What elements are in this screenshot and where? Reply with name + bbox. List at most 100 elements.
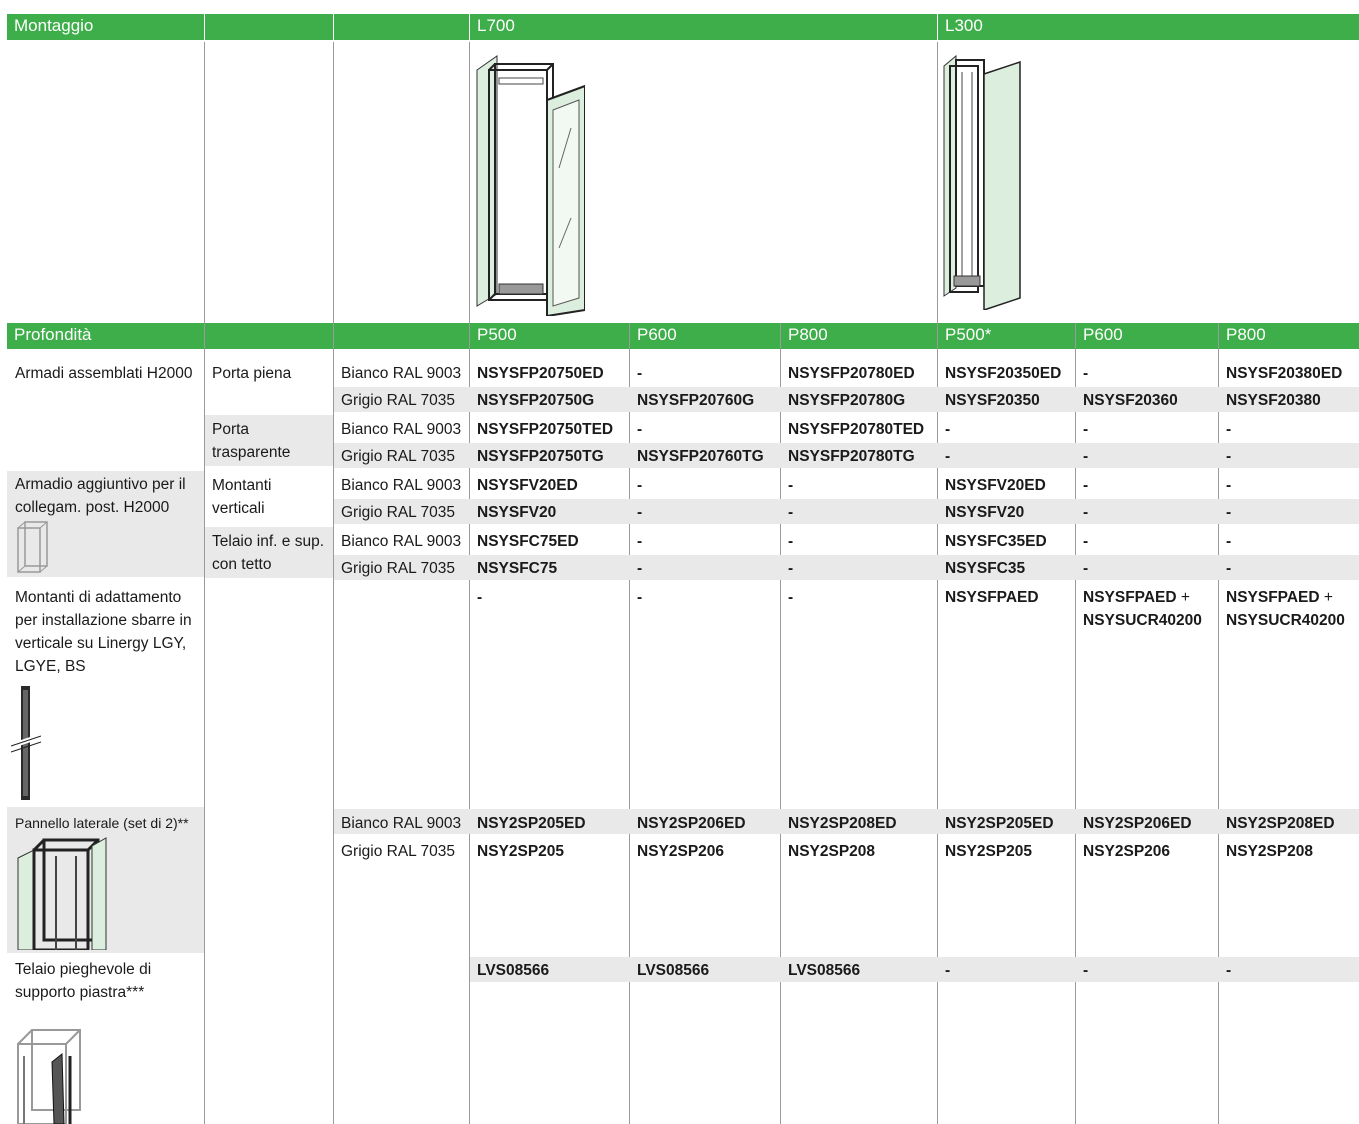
code-cell: - (1226, 962, 1232, 979)
code-cell: - (1083, 504, 1089, 521)
header-blank-2 (334, 14, 469, 40)
code-cell: NSY2SP206ED (637, 815, 746, 832)
header-blank-1 (205, 14, 333, 40)
code-cell: NSYSFP20760TG (637, 448, 764, 465)
separator (333, 42, 334, 1124)
color-label: Bianco RAL 9003 (341, 365, 462, 382)
code-cell: NSYSFP20750TG (477, 448, 604, 465)
code-cell: NSY2SP208 (1226, 843, 1314, 860)
code-cell: - (1226, 533, 1232, 550)
code-cell: - (1083, 477, 1089, 494)
code-cell: LVS08566 (637, 962, 710, 979)
header-depth-col-2: P600 (630, 323, 780, 349)
code-cell: NSY2SP205 (477, 843, 565, 860)
code-cell: NSYSUCR40200 (1226, 612, 1345, 629)
code-cell: - (945, 421, 951, 438)
code-cell: LVS08566 (477, 962, 550, 979)
code-cell: - (477, 589, 483, 606)
color-label: Bianco RAL 9003 (341, 477, 462, 494)
plus-sign: + (1323, 589, 1333, 606)
code-cell: - (788, 504, 794, 521)
code-cell: NSY2SP208 (788, 843, 876, 860)
code-cell: LVS08566 (788, 962, 861, 979)
code-cell: NSY2SP206ED (1083, 815, 1192, 832)
label-telaio-pieghevole: Telaio pieghevole di supporto piastra*** (15, 961, 152, 1001)
code-cell: NSY2SP208ED (788, 815, 897, 832)
code-cell-multi: NSYSFPAED + (1083, 586, 1190, 609)
header-l700: L700 (470, 14, 937, 40)
code-cell: NSYSFC75ED (477, 533, 579, 550)
code-part: NSYSFPAED (1226, 589, 1320, 606)
label-montanti-verticali: Montanti verticali (212, 477, 272, 517)
color-label: Grigio RAL 7035 (341, 843, 456, 860)
code-cell: NSYSFP20750G (477, 392, 595, 409)
color-label: Grigio RAL 7035 (341, 504, 456, 521)
code-cell: NSYSF20360 (1083, 392, 1178, 409)
header-profondita: Profondità (7, 323, 204, 349)
code-cell: - (1083, 365, 1089, 382)
l700-enclosure-image (476, 55, 585, 316)
code-cell: NSYSFV20ED (945, 477, 1046, 494)
color-label: Bianco RAL 9003 (341, 421, 462, 438)
code-cell: - (1083, 421, 1089, 438)
header-depth-col-1: P500 (470, 323, 629, 349)
header-depth-col-5: P600 (1076, 323, 1218, 349)
color-label: Bianco RAL 9003 (341, 815, 462, 832)
code-cell: - (637, 365, 643, 382)
code-cell: NSYSF20350ED (945, 365, 1062, 382)
code-cell: NSYSFP20750TED (477, 421, 614, 438)
code-cell: NSYSFC75 (477, 560, 558, 577)
code-cell: NSYSFP20780TED (788, 421, 925, 438)
l300-enclosure-image (943, 54, 1021, 310)
code-cell: - (788, 589, 794, 606)
code-cell: NSY2SP205ED (477, 815, 586, 832)
code-cell: - (1226, 560, 1232, 577)
code-cell: - (1226, 477, 1232, 494)
code-cell: - (945, 962, 951, 979)
aggiuntivo-frame-icon (17, 521, 48, 573)
code-cell: - (1083, 448, 1089, 465)
header-montaggio: Montaggio (7, 14, 204, 40)
code-cell: NSYSFV20 (477, 504, 557, 521)
code-cell: NSYSFP20760G (637, 392, 755, 409)
code-cell: - (1083, 560, 1089, 577)
code-cell: NSY2SP205ED (945, 815, 1054, 832)
label-porta-trasparente: Porta trasparente (212, 421, 291, 461)
label-porta-piena: Porta piena (212, 365, 292, 382)
separator (204, 42, 205, 1124)
code-cell: NSY2SP206 (637, 843, 725, 860)
code-cell: NSYSFV20 (945, 504, 1025, 521)
code-cell: NSYSF20380ED (1226, 365, 1343, 382)
code-cell: NSYSFP20780TG (788, 448, 915, 465)
header-l300: L300 (938, 14, 1359, 40)
code-cell: NSYSFPAED (945, 589, 1039, 606)
code-cell: - (637, 477, 643, 494)
code-cell: - (637, 421, 643, 438)
label-armadi-assemblati: Armadi assemblati H2000 (15, 365, 193, 382)
code-cell: NSYSF20350 (945, 392, 1040, 409)
code-part: NSYSFPAED (1083, 589, 1177, 606)
header-depth-col-3: P800 (781, 323, 937, 349)
code-cell-multi: NSYSFPAED + (1226, 586, 1333, 609)
code-cell: NSYSFP20780G (788, 392, 906, 409)
code-cell: NSY2SP205 (945, 843, 1033, 860)
color-label: Bianco RAL 9003 (341, 533, 462, 550)
code-cell: - (945, 448, 951, 465)
color-label: Grigio RAL 7035 (341, 560, 456, 577)
code-cell: - (637, 533, 643, 550)
code-cell: - (1083, 962, 1089, 979)
code-cell: NSYSFP20750ED (477, 365, 604, 382)
code-cell: - (637, 589, 643, 606)
code-cell: - (1226, 421, 1232, 438)
header-blank-3 (205, 323, 333, 349)
header-depth-col-6: P800 (1219, 323, 1359, 349)
header-depth-col-4: P500* (938, 323, 1075, 349)
telaio-pieghevole-image (17, 1029, 81, 1124)
code-cell: NSYSFV20ED (477, 477, 578, 494)
label-pannello-laterale: Pannello laterale (set di 2)** (15, 815, 189, 831)
label-armadio-aggiuntivo: Armadio aggiuntivo per il collegam. post… (15, 476, 186, 516)
code-cell: - (637, 504, 643, 521)
color-label: Grigio RAL 7035 (341, 448, 456, 465)
code-cell: - (788, 533, 794, 550)
separator (937, 42, 938, 324)
